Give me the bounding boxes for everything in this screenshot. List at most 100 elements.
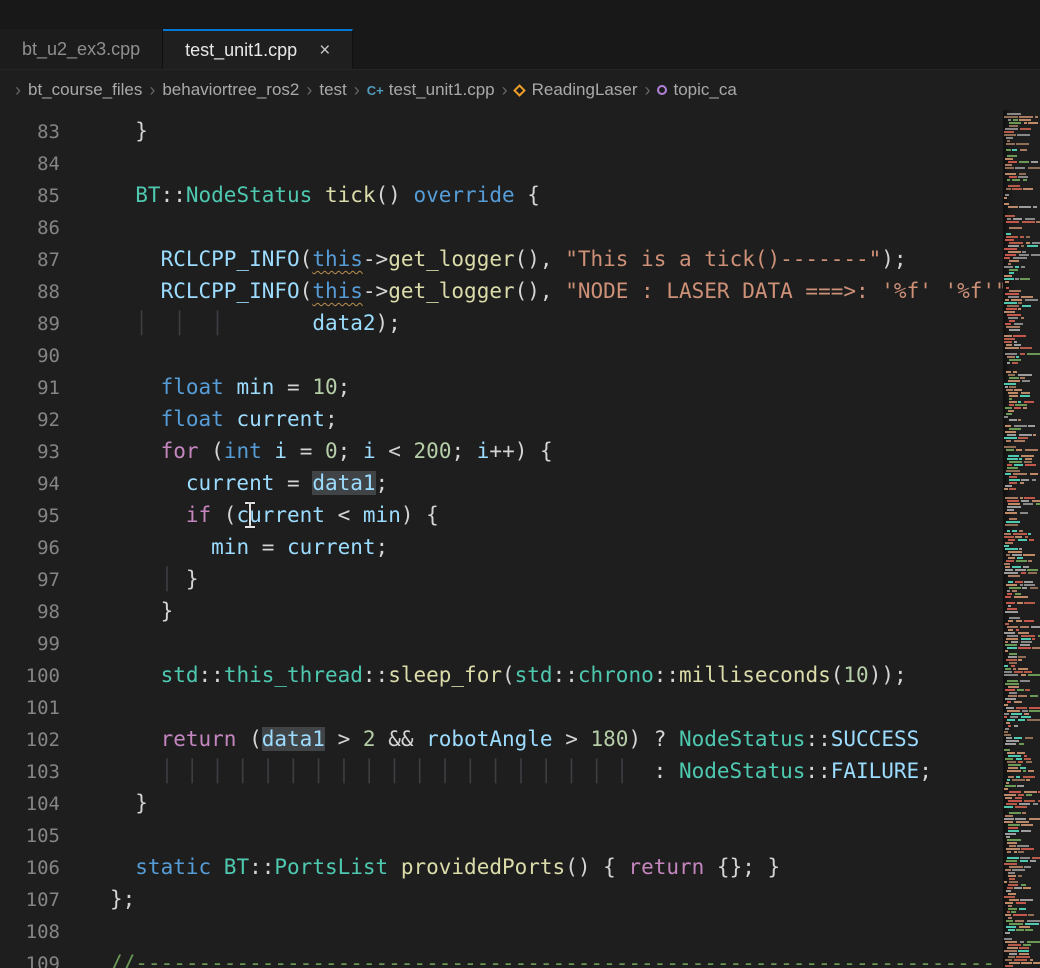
code-line[interactable]: 108 xyxy=(0,915,1003,947)
token: current xyxy=(287,535,376,559)
editor-tab-bar: bt_u2_ex3.cpp test_unit1.cpp × xyxy=(0,0,1040,70)
token: 200 xyxy=(414,439,452,463)
code-line[interactable]: 101 xyxy=(0,691,1003,723)
breadcrumb-label: topic_ca xyxy=(673,80,736,100)
code-line[interactable]: 87 RCLCPP_INFO(this->get_logger(), "This… xyxy=(0,243,1003,275)
line-number: 100 xyxy=(0,660,60,692)
code-text: std::this_thread::sleep_for(std::chrono:… xyxy=(110,663,907,687)
token: ); xyxy=(376,311,401,335)
token: = xyxy=(274,471,312,495)
code-line[interactable]: 88 RCLCPP_INFO(this->get_logger(), "NODE… xyxy=(0,275,1003,307)
code-line[interactable]: 93 for (int i = 0; i < 200; i++) { xyxy=(0,435,1003,467)
line-number: 102 xyxy=(0,724,60,756)
token: NodeStatus xyxy=(186,183,312,207)
line-number: 106 xyxy=(0,852,60,884)
token: BT xyxy=(211,855,249,879)
breadcrumb: › bt_course_files › behaviortree_ros2 › … xyxy=(0,70,1040,110)
code-line[interactable]: 99 xyxy=(0,627,1003,659)
code-line[interactable]: 106 static BT::PortsList providedPorts()… xyxy=(0,851,1003,883)
code-editor[interactable]: 83 }8485 BT::NodeStatus tick() override … xyxy=(0,110,1003,968)
token: > xyxy=(553,727,591,751)
token: std xyxy=(110,663,199,687)
code-line[interactable]: 91 float min = 10; xyxy=(0,371,1003,403)
token: │ │ │ xyxy=(110,311,224,335)
code-line[interactable]: 100 std::this_thread::sleep_for(std::chr… xyxy=(0,659,1003,691)
line-number: 107 xyxy=(0,884,60,916)
token: ; xyxy=(451,439,476,463)
token: < xyxy=(325,503,363,527)
code-line[interactable]: 90 xyxy=(0,339,1003,371)
breadcrumb-item-bt-course-files[interactable]: bt_course_files xyxy=(28,80,142,100)
chevron-right-icon: › xyxy=(495,80,515,101)
token: data2 xyxy=(312,311,375,335)
token: :: xyxy=(363,663,388,687)
token: 10 xyxy=(843,663,868,687)
token: min xyxy=(211,535,249,559)
code-line[interactable]: 104 } xyxy=(0,787,1003,819)
token: i xyxy=(262,439,287,463)
breadcrumb-item-behaviortree-ros2[interactable]: behaviortree_ros2 xyxy=(162,80,299,100)
token: //--------------------------------------… xyxy=(110,951,995,968)
code-line[interactable]: 98 } xyxy=(0,595,1003,627)
code-text: //--------------------------------------… xyxy=(110,951,995,968)
token: tick xyxy=(312,183,375,207)
code-line[interactable]: 92 float current; xyxy=(0,403,1003,435)
code-line[interactable]: 105 xyxy=(0,819,1003,851)
code-line[interactable]: 86 xyxy=(0,211,1003,243)
token: sleep_for xyxy=(388,663,502,687)
token: 2 xyxy=(363,727,376,751)
breadcrumb-item-readinglaser[interactable]: ReadingLaser xyxy=(515,80,638,100)
token: ( xyxy=(199,439,224,463)
token: { xyxy=(515,183,540,207)
code-line[interactable]: 107}; xyxy=(0,883,1003,915)
token: int xyxy=(224,439,262,463)
token: } xyxy=(110,119,148,143)
token: this_thread xyxy=(224,663,363,687)
token: :: xyxy=(249,855,274,879)
token: {}; } xyxy=(704,855,780,879)
token: FAILURE xyxy=(831,759,920,783)
token: "NODE : LASER DATA ===>: '%f' '%f'" xyxy=(565,279,1003,303)
code-line[interactable]: 109 //-----------------------------------… xyxy=(0,947,1003,968)
code-text: min = current; xyxy=(110,535,388,559)
code-line[interactable]: 94 current = data1; xyxy=(0,467,1003,499)
code-line[interactable]: 89 │ │ │ data2); xyxy=(0,307,1003,339)
breadcrumb-label: ReadingLaser xyxy=(532,80,638,100)
code-text: │ │ │ │ │ │ │ │ │ │ │ │ │ │ │ │ │ │ │ : … xyxy=(110,759,932,783)
token: ++) { xyxy=(489,439,552,463)
code-line[interactable]: 95 if (current < min) { xyxy=(0,499,1003,531)
code-line[interactable]: 102 return (data1 > 2 && robotAngle > 18… xyxy=(0,723,1003,755)
code-line[interactable]: 84 xyxy=(0,147,1003,179)
code-line[interactable]: 97 │ } xyxy=(0,563,1003,595)
token: ( xyxy=(236,727,261,751)
line-number: 105 xyxy=(0,820,60,852)
breadcrumb-item-topic[interactable]: topic_ca xyxy=(657,80,736,100)
tab-bt_u2_ex3[interactable]: bt_u2_ex3.cpp xyxy=(0,29,163,69)
minimap[interactable] xyxy=(1003,110,1040,968)
token: :: xyxy=(654,663,679,687)
token: providedPorts xyxy=(388,855,565,879)
token: ; xyxy=(338,439,363,463)
token: i xyxy=(363,439,376,463)
line-number: 91 xyxy=(0,372,60,404)
breadcrumb-label: behaviortree_ros2 xyxy=(162,80,299,100)
code-text: } xyxy=(110,791,148,815)
token: chrono xyxy=(578,663,654,687)
line-number: 90 xyxy=(0,340,60,372)
token: NodeStatus xyxy=(679,727,805,751)
line-number: 109 xyxy=(0,948,60,968)
breadcrumb-item-test[interactable]: test xyxy=(319,80,346,100)
token: } xyxy=(186,567,199,591)
breadcrumb-item-test-unit1-cpp[interactable]: C+ test_unit1.cpp xyxy=(367,80,495,100)
line-number: 99 xyxy=(0,628,60,660)
code-text: float min = 10; xyxy=(110,375,350,399)
code-line[interactable]: 103 │ │ │ │ │ │ │ │ │ │ │ │ │ │ │ │ │ │ … xyxy=(0,755,1003,787)
code-line[interactable]: 96 min = current; xyxy=(0,531,1003,563)
code-line[interactable]: 83 } xyxy=(0,115,1003,147)
close-icon[interactable]: × xyxy=(319,41,330,60)
token: } xyxy=(110,791,148,815)
tab-test_unit1[interactable]: test_unit1.cpp × xyxy=(163,29,353,69)
line-number: 94 xyxy=(0,468,60,500)
token: if xyxy=(110,503,211,527)
code-line[interactable]: 85 BT::NodeStatus tick() override { xyxy=(0,179,1003,211)
